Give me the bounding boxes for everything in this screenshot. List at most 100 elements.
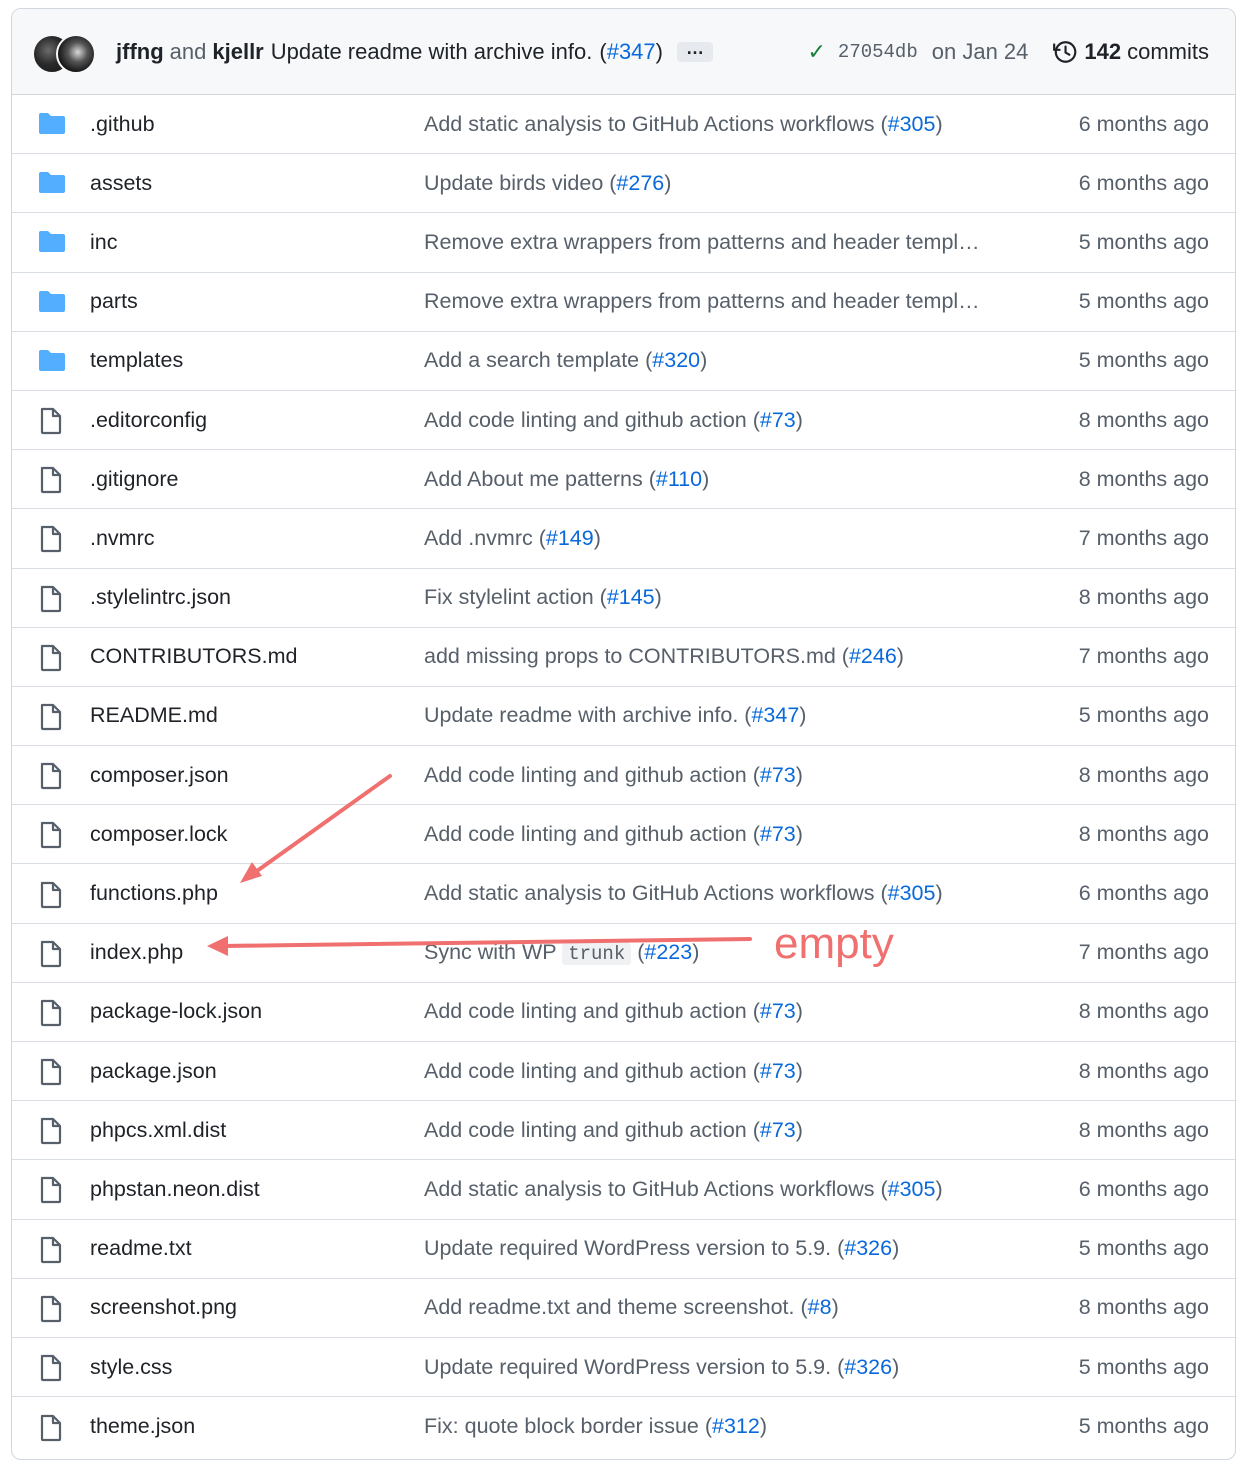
- file-row[interactable]: .nvmrc Add .nvmrc (#149) 7 months ago: [12, 509, 1235, 569]
- file-row[interactable]: theme.json Fix: quote block border issue …: [12, 1397, 1235, 1456]
- pr-link[interactable]: #8: [808, 1295, 832, 1319]
- pr-link[interactable]: #73: [760, 822, 796, 846]
- file-name-link[interactable]: package.json: [90, 1059, 217, 1084]
- pr-link[interactable]: #73: [760, 1118, 796, 1142]
- file-name-link[interactable]: .editorconfig: [90, 408, 207, 433]
- file-name-link[interactable]: composer.json: [90, 763, 229, 788]
- commit-message-text[interactable]: Add static analysis to GitHub Actions wo…: [424, 112, 875, 136]
- commit-sha-link[interactable]: 27054db: [838, 41, 918, 63]
- file-name-link[interactable]: readme.txt: [90, 1236, 192, 1261]
- pr-link[interactable]: #73: [760, 999, 796, 1023]
- commit-message-text[interactable]: Update required WordPress version to 5.9…: [424, 1355, 831, 1379]
- pr-link[interactable]: #149: [546, 526, 594, 550]
- file-row[interactable]: phpcs.xml.dist Add code linting and githu…: [12, 1101, 1235, 1161]
- pr-link[interactable]: #73: [760, 408, 796, 432]
- pr-link[interactable]: #223: [644, 940, 692, 964]
- file-name-link[interactable]: .gitignore: [90, 467, 178, 492]
- file-name-link[interactable]: package-lock.json: [90, 999, 262, 1024]
- file-name-link[interactable]: .nvmrc: [90, 526, 155, 551]
- commit-message-text[interactable]: Update readme with archive info.: [424, 703, 738, 727]
- file-row[interactable]: index.php Sync with WP trunk (#223) 7 mont…: [12, 924, 1235, 983]
- file-name-link[interactable]: screenshot.png: [90, 1295, 237, 1320]
- pr-link[interactable]: #347: [751, 703, 799, 727]
- file-name-link[interactable]: templates: [90, 348, 183, 373]
- file-row[interactable]: phpstan.neon.dist Add static analysis to …: [12, 1160, 1235, 1220]
- commit-message-text[interactable]: Sync with WP: [424, 940, 556, 964]
- file-name-link[interactable]: inc: [90, 230, 117, 255]
- file-row[interactable]: functions.php Add static analysis to GitH…: [12, 864, 1235, 924]
- file-name-link[interactable]: CONTRIBUTORS.md: [90, 644, 297, 669]
- file-row[interactable]: package-lock.json Add code linting and gi…: [12, 983, 1235, 1042]
- check-icon[interactable]: ✓: [807, 39, 825, 65]
- pr-link[interactable]: #305: [888, 1177, 936, 1201]
- expand-message-button[interactable]: …: [676, 39, 713, 62]
- file-name-link[interactable]: functions.php: [90, 881, 218, 906]
- pr-link[interactable]: #276: [616, 171, 664, 195]
- pr-link[interactable]: #145: [607, 585, 655, 609]
- commit-message-text[interactable]: Add code linting and github action: [424, 1059, 747, 1083]
- author-link[interactable]: jffng: [116, 39, 164, 65]
- pr-link[interactable]: #320: [652, 348, 700, 372]
- commit-message-text[interactable]: Fix: quote block border issue: [424, 1414, 699, 1438]
- commit-message-text[interactable]: Remove extra wrappers from patterns and …: [424, 289, 980, 313]
- file-row[interactable]: parts Remove extra wrappers from patterns…: [12, 273, 1235, 332]
- commit-message-text[interactable]: Add code linting and github action: [424, 408, 747, 432]
- pr-link[interactable]: #305: [888, 881, 936, 905]
- commit-message-text[interactable]: Update birds video: [424, 171, 603, 195]
- file-name-link[interactable]: parts: [90, 289, 138, 314]
- commit-message-text[interactable]: Remove extra wrappers from patterns and …: [424, 230, 980, 254]
- author-link[interactable]: kjellr: [212, 39, 263, 65]
- commit-message-text[interactable]: Add code linting and github action: [424, 763, 747, 787]
- commit-message-text[interactable]: Add About me patterns: [424, 467, 643, 491]
- avatar[interactable]: [56, 33, 96, 74]
- commit-message-text[interactable]: Add readme.txt and theme screenshot.: [424, 1295, 795, 1319]
- file-row[interactable]: package.json Add code linting and github …: [12, 1042, 1235, 1102]
- file-name-link[interactable]: phpcs.xml.dist: [90, 1118, 226, 1143]
- file-name-link[interactable]: assets: [90, 171, 152, 196]
- pr-link[interactable]: #73: [760, 1059, 796, 1083]
- pr-link[interactable]: #246: [849, 644, 897, 668]
- file-row[interactable]: README.md Update readme with archive info…: [12, 687, 1235, 747]
- file-row[interactable]: .github Add static analysis to GitHub Act…: [12, 95, 1235, 155]
- file-row[interactable]: readme.txt Update required WordPress vers…: [12, 1220, 1235, 1279]
- file-name-link[interactable]: phpstan.neon.dist: [90, 1177, 260, 1202]
- file-row[interactable]: style.css Update required WordPress versi…: [12, 1338, 1235, 1398]
- pr-link[interactable]: #326: [844, 1355, 892, 1379]
- pr-link[interactable]: #110: [656, 467, 702, 491]
- file-row[interactable]: templates Add a search template (#320) 5 m…: [12, 332, 1235, 391]
- file-name-link[interactable]: theme.json: [90, 1414, 195, 1439]
- file-row[interactable]: screenshot.png Add readme.txt and theme s…: [12, 1279, 1235, 1338]
- author-avatars[interactable]: [32, 32, 96, 74]
- pr-link[interactable]: #73: [760, 763, 796, 787]
- file-row[interactable]: .gitignore Add About me patterns (#110) 8 …: [12, 450, 1235, 510]
- commit-message-text[interactable]: Add code linting and github action: [424, 822, 747, 846]
- commits-link[interactable]: 142 commits: [1052, 39, 1209, 65]
- pr-link[interactable]: #312: [712, 1414, 760, 1438]
- file-name-link[interactable]: .github: [90, 112, 155, 137]
- file-name-link[interactable]: composer.lock: [90, 822, 227, 847]
- commit-message-text[interactable]: Add code linting and github action: [424, 999, 747, 1023]
- file-row[interactable]: assets Update birds video (#276) 6 months …: [12, 154, 1235, 214]
- commit-message-text[interactable]: Update required WordPress version to 5.9…: [424, 1236, 831, 1260]
- file-name-link[interactable]: .stylelintrc.json: [90, 585, 231, 610]
- pr-link[interactable]: #326: [844, 1236, 892, 1260]
- commit-message-text[interactable]: add missing props to CONTRIBUTORS.md: [424, 644, 836, 668]
- commit-message-text[interactable]: Add static analysis to GitHub Actions wo…: [424, 881, 875, 905]
- file-row[interactable]: CONTRIBUTORS.md add missing props to CONT…: [12, 628, 1235, 687]
- pr-link[interactable]: #347: [607, 39, 656, 65]
- pr-link[interactable]: #305: [888, 112, 936, 136]
- file-row[interactable]: inc Remove extra wrappers from patterns a…: [12, 213, 1235, 273]
- commit-message-text[interactable]: Add .nvmrc: [424, 526, 533, 550]
- file-row[interactable]: .stylelintrc.json Fix stylelint action (#…: [12, 569, 1235, 628]
- file-row[interactable]: composer.json Add code linting and github…: [12, 746, 1235, 806]
- file-row[interactable]: composer.lock Add code linting and github…: [12, 805, 1235, 865]
- commit-message-text[interactable]: Add code linting and github action: [424, 1118, 747, 1142]
- file-name-link[interactable]: index.php: [90, 940, 183, 965]
- file-name-link[interactable]: style.css: [90, 1355, 172, 1380]
- commit-message-link[interactable]: Update readme with archive info.: [271, 39, 593, 65]
- commit-message-text[interactable]: Fix stylelint action: [424, 585, 594, 609]
- commit-message-text[interactable]: Add static analysis to GitHub Actions wo…: [424, 1177, 875, 1201]
- commit-message-text[interactable]: Add a search template: [424, 348, 639, 372]
- file-row[interactable]: .editorconfig Add code linting and github…: [12, 391, 1235, 451]
- file-name-link[interactable]: README.md: [90, 703, 218, 728]
